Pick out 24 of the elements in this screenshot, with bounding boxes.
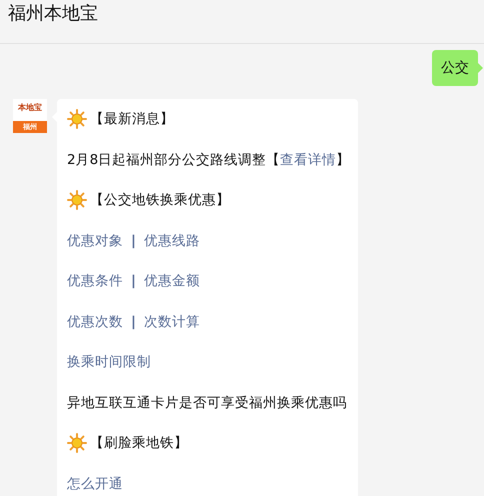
topic-link[interactable]: 优惠对象 — [67, 232, 123, 250]
sun-icon — [67, 190, 87, 210]
sun-icon — [67, 109, 87, 130]
topic-link[interactable]: 优惠次数 — [67, 312, 123, 331]
topic-link[interactable]: 次数计算 — [144, 312, 200, 331]
topic-link[interactable]: 换乘时间限制 — [67, 353, 151, 372]
topic-link[interactable]: 优惠线路 — [144, 232, 200, 250]
section-heading: 【最新消息】 — [90, 110, 174, 128]
section-heading: 【公交地铁换乘优惠】 — [90, 191, 230, 210]
separator-text: | — [131, 232, 136, 249]
section-heading: 【刷脸乘地铁】 — [90, 434, 188, 452]
separator-text: | — [131, 314, 136, 330]
topic-link[interactable]: 优惠金额 — [144, 272, 200, 290]
chat-title: 福州本地宝 — [8, 2, 98, 26]
topic-link[interactable]: 优惠条件 — [67, 272, 123, 290]
message-text: 异地互联互通卡片是否可享受福州换乘优惠吗 — [67, 394, 347, 412]
details-link[interactable]: 查看详情 — [280, 152, 336, 168]
separator-text: | — [131, 273, 136, 290]
bubble-tail — [478, 63, 483, 73]
topic-link[interactable]: 怎么开通 — [67, 474, 123, 493]
sun-icon — [67, 433, 87, 454]
avatar-brand-text: 本地宝 — [18, 102, 42, 114]
sent-message-bubble: 公交 — [432, 50, 478, 86]
message-text: 2月8日起福州部分公交路线调整【查看详情】 — [67, 150, 350, 169]
